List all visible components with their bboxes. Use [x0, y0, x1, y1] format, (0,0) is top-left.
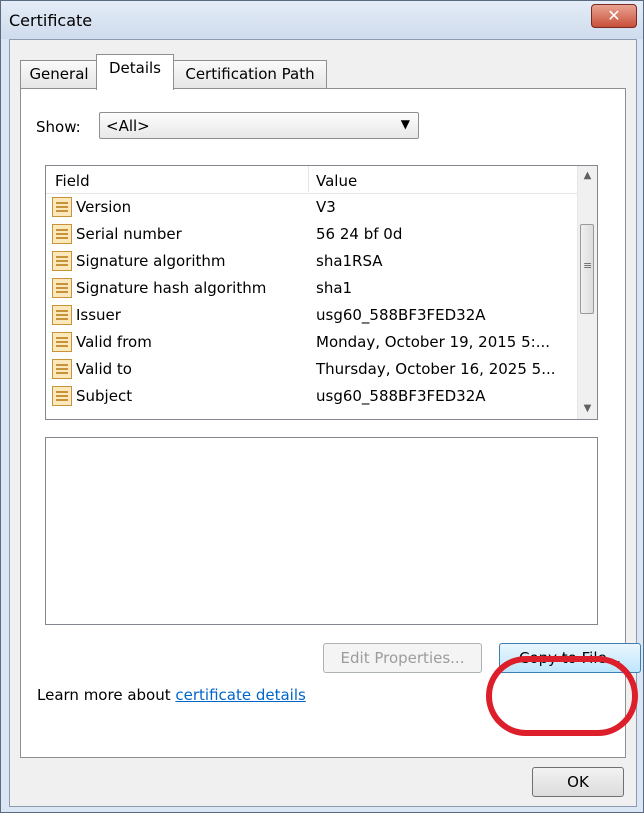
list-item[interactable]: Subject usg60_588BF3FED32A: [46, 383, 577, 410]
certificate-details-link[interactable]: certificate details: [175, 686, 305, 704]
chevron-down-icon: ▼: [400, 117, 410, 131]
field-name: Signature hash algorithm: [76, 279, 267, 297]
field-value: sha1: [316, 279, 353, 297]
field-value: Thursday, October 16, 2025 5...: [316, 360, 556, 378]
highlight-annotation: [486, 656, 638, 736]
list-item[interactable]: Issuer usg60_588BF3FED32A: [46, 302, 577, 329]
certificate-field-icon: [52, 278, 72, 298]
list-item[interactable]: Serial number 56 24 bf 0d: [46, 221, 577, 248]
tab-certification-path[interactable]: Certification Path: [173, 60, 327, 89]
list-item[interactable]: Signature algorithm sha1RSA: [46, 248, 577, 275]
list-item[interactable]: Valid from Monday, October 19, 2015 5:..…: [46, 329, 577, 356]
field-detail-box[interactable]: [45, 437, 598, 625]
certificate-field-icon: [52, 359, 72, 379]
field-name: Valid to: [76, 360, 132, 378]
scrollbar-thumb[interactable]: [580, 224, 594, 314]
list-header: Field Value: [46, 166, 577, 194]
show-label: Show:: [36, 118, 81, 136]
column-divider[interactable]: [308, 166, 309, 192]
column-header-value[interactable]: Value: [316, 172, 357, 190]
certificate-field-icon: [52, 224, 72, 244]
field-name: Valid from: [76, 333, 152, 351]
title-bar[interactable]: Certificate ✕: [1, 1, 643, 39]
field-name: Subject: [76, 387, 133, 405]
certificate-field-icon: [52, 197, 72, 217]
fields-list[interactable]: Field Value Version V3 Serial number 56 …: [45, 165, 598, 420]
close-icon: ✕: [607, 6, 621, 25]
list-item[interactable]: Valid to Thursday, October 16, 2025 5...: [46, 356, 577, 383]
field-value: V3: [316, 198, 336, 216]
field-value: sha1RSA: [316, 252, 383, 270]
certificate-field-icon: [52, 251, 72, 271]
certificate-field-icon: [52, 332, 72, 352]
close-button[interactable]: ✕: [591, 4, 637, 28]
scroll-up-icon[interactable]: ▲: [578, 166, 597, 186]
tab-details[interactable]: Details: [96, 54, 174, 90]
show-selected-value: <All>: [106, 117, 150, 135]
ok-button[interactable]: OK: [532, 767, 624, 797]
field-value: 56 24 bf 0d: [316, 225, 403, 243]
field-value: usg60_588BF3FED32A: [316, 306, 486, 324]
scroll-down-icon[interactable]: ▼: [578, 399, 597, 419]
field-name: Issuer: [76, 306, 121, 324]
field-value: Monday, October 19, 2015 5:...: [316, 333, 551, 351]
list-item[interactable]: Signature hash algorithm sha1: [46, 275, 577, 302]
show-dropdown[interactable]: <All> ▼: [99, 112, 419, 139]
field-name: Version: [76, 198, 132, 216]
vertical-scrollbar[interactable]: ▲ ▼: [577, 166, 597, 419]
certificate-field-icon: [52, 386, 72, 406]
window-title: Certificate: [9, 11, 93, 30]
field-value: usg60_588BF3FED32A: [316, 387, 486, 405]
field-name: Signature algorithm: [76, 252, 226, 270]
edit-properties-button[interactable]: Edit Properties...: [323, 643, 482, 673]
tab-general[interactable]: General: [20, 60, 98, 89]
list-item[interactable]: Version V3: [46, 194, 577, 221]
field-name: Serial number: [76, 225, 182, 243]
column-header-field[interactable]: Field: [55, 172, 90, 190]
learn-more-text: Learn more about certificate details: [37, 686, 306, 704]
learn-more-prefix: Learn more about: [37, 686, 176, 704]
certificate-field-icon: [52, 305, 72, 325]
